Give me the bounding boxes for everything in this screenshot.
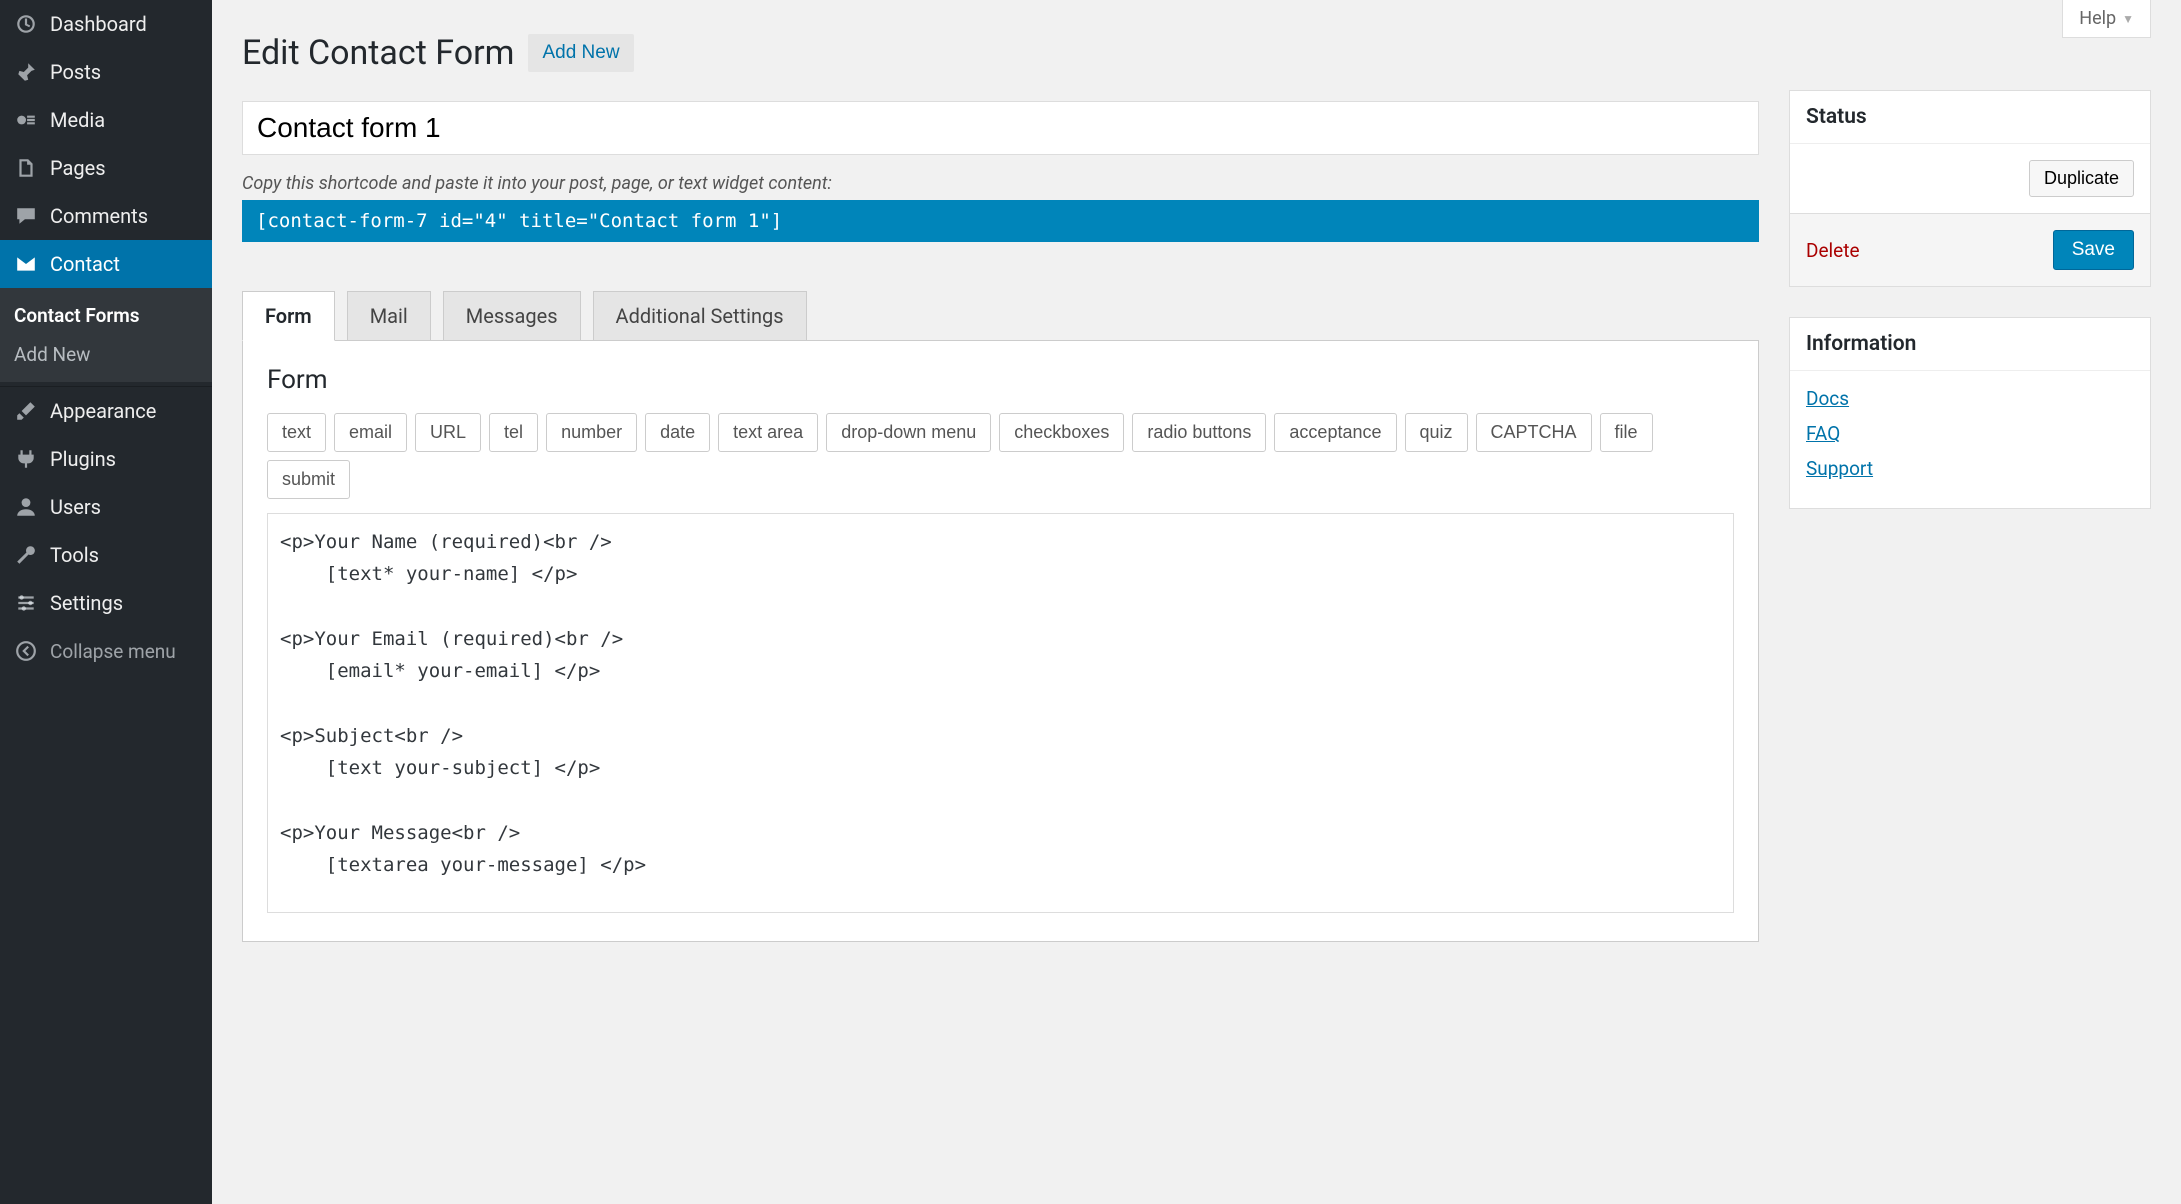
tab-additional-settings[interactable]: Additional Settings — [593, 291, 807, 341]
duplicate-button[interactable]: Duplicate — [2029, 160, 2134, 197]
tag-btn-date[interactable]: date — [645, 413, 710, 452]
user-icon — [12, 493, 40, 521]
sidebar-item-appearance[interactable]: Appearance — [0, 387, 212, 435]
tag-btn-checkboxes[interactable]: checkboxes — [999, 413, 1124, 452]
sidebar-item-dashboard[interactable]: Dashboard — [0, 0, 212, 48]
collapse-menu-button[interactable]: Collapse menu — [0, 627, 212, 675]
tag-btn-url[interactable]: URL — [415, 413, 481, 452]
dashboard-icon — [12, 10, 40, 38]
sidebar-item-plugins[interactable]: Plugins — [0, 435, 212, 483]
admin-sidebar: Dashboard Posts Media Pages Comments Con… — [0, 0, 212, 1204]
help-label: Help — [2079, 8, 2116, 29]
sidebar-item-label: Plugins — [50, 447, 116, 471]
info-link-faq[interactable]: FAQ — [1806, 422, 2134, 445]
form-panel-title: Form — [267, 365, 1734, 395]
tab-messages[interactable]: Messages — [443, 291, 581, 341]
sidebar-item-label: Comments — [50, 204, 148, 228]
tag-btn-number[interactable]: number — [546, 413, 637, 452]
sidebar-item-label: Tools — [50, 543, 99, 567]
chevron-down-icon: ▼ — [2122, 12, 2134, 26]
tag-btn-submit[interactable]: submit — [267, 460, 350, 499]
tab-mail[interactable]: Mail — [347, 291, 431, 341]
tag-btn-text[interactable]: text — [267, 413, 326, 452]
tag-btn-tel[interactable]: tel — [489, 413, 538, 452]
status-box-title: Status — [1790, 91, 2150, 144]
sidebar-item-settings[interactable]: Settings — [0, 579, 212, 627]
tag-btn-email[interactable]: email — [334, 413, 407, 452]
form-template-textarea[interactable] — [267, 513, 1734, 913]
tag-btn-acceptance[interactable]: acceptance — [1274, 413, 1396, 452]
tag-btn-radio[interactable]: radio buttons — [1132, 413, 1266, 452]
collapse-icon — [12, 637, 40, 665]
page-title: Edit Contact Form — [242, 33, 514, 73]
collapse-label: Collapse menu — [50, 640, 176, 663]
media-icon — [12, 106, 40, 134]
pages-icon — [12, 154, 40, 182]
pin-icon — [12, 58, 40, 86]
sliders-icon — [12, 589, 40, 617]
brush-icon — [12, 397, 40, 425]
sidebar-item-label: Dashboard — [50, 12, 147, 36]
mail-icon — [12, 250, 40, 278]
sidebar-item-label: Contact — [50, 252, 120, 276]
information-box: Information Docs FAQ Support — [1789, 317, 2151, 509]
sidebar-item-posts[interactable]: Posts — [0, 48, 212, 96]
sidebar-item-label: Media — [50, 108, 105, 132]
sidebar-submenu: Contact Forms Add New — [0, 288, 212, 382]
comment-icon — [12, 202, 40, 230]
information-box-title: Information — [1790, 318, 2150, 371]
tag-btn-textarea[interactable]: text area — [718, 413, 818, 452]
form-panel: Form text email URL tel number date text… — [242, 340, 1759, 942]
wrench-icon — [12, 541, 40, 569]
sidebar-item-label: Settings — [50, 591, 123, 615]
shortcode-hint: Copy this shortcode and paste it into yo… — [242, 173, 1759, 194]
tag-btn-quiz[interactable]: quiz — [1405, 413, 1468, 452]
sidebar-item-users[interactable]: Users — [0, 483, 212, 531]
tag-btn-file[interactable]: file — [1600, 413, 1653, 452]
sidebar-item-label: Appearance — [50, 399, 156, 423]
sidebar-item-contact[interactable]: Contact — [0, 240, 212, 288]
status-box: Status Duplicate Delete Save — [1789, 90, 2151, 287]
submenu-item-add-new[interactable]: Add New — [0, 335, 212, 374]
info-link-support[interactable]: Support — [1806, 457, 2134, 480]
sidebar-item-label: Pages — [50, 156, 106, 180]
save-button[interactable]: Save — [2053, 230, 2134, 270]
sidebar-item-media[interactable]: Media — [0, 96, 212, 144]
tag-btn-captcha[interactable]: CAPTCHA — [1476, 413, 1592, 452]
shortcode-display[interactable]: [contact-form-7 id="4" title="Contact fo… — [242, 200, 1759, 242]
tab-form[interactable]: Form — [242, 291, 335, 341]
tag-buttons-row: text email URL tel number date text area… — [267, 413, 1734, 499]
plug-icon — [12, 445, 40, 473]
sidebar-item-comments[interactable]: Comments — [0, 192, 212, 240]
info-link-docs[interactable]: Docs — [1806, 387, 2134, 410]
help-tab[interactable]: Help ▼ — [2062, 0, 2151, 38]
sidebar-item-label: Users — [50, 495, 101, 519]
tag-btn-dropdown[interactable]: drop-down menu — [826, 413, 991, 452]
submenu-item-contact-forms[interactable]: Contact Forms — [0, 296, 212, 335]
sidebar-item-tools[interactable]: Tools — [0, 531, 212, 579]
form-title-input[interactable] — [242, 101, 1759, 155]
sidebar-item-label: Posts — [50, 60, 101, 84]
sidebar-item-pages[interactable]: Pages — [0, 144, 212, 192]
tabs: Form Mail Messages Additional Settings — [242, 290, 1759, 340]
delete-link[interactable]: Delete — [1806, 239, 1860, 262]
add-new-button[interactable]: Add New — [528, 34, 633, 72]
